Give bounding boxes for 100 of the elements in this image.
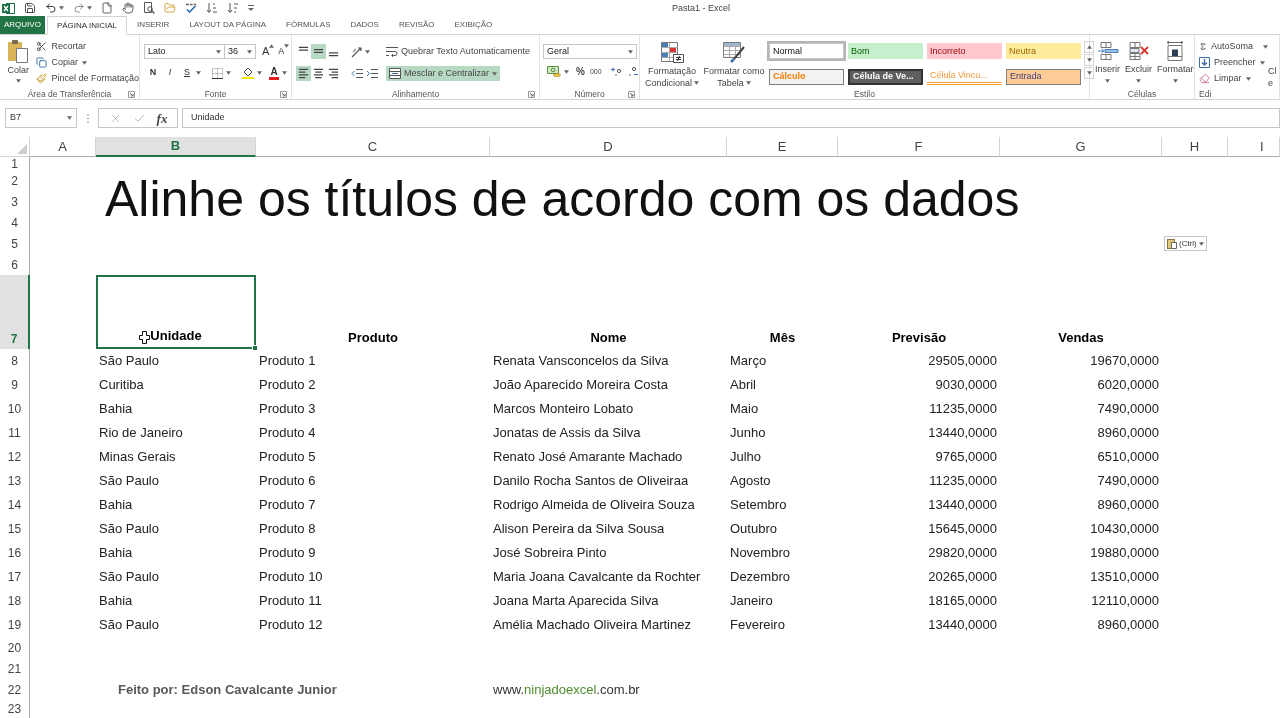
table-cell-text: Jonatas de Assis da Silva xyxy=(493,424,641,443)
ribbon-tab[interactable]: REVISÃO xyxy=(388,16,445,34)
paste-button[interactable]: Colar xyxy=(0,35,37,89)
redo-icon[interactable] xyxy=(73,2,85,14)
file-tab[interactable]: ARQUIVO xyxy=(0,16,45,34)
table-cell-text: 13440,0000 xyxy=(928,424,997,443)
caret-icon xyxy=(284,44,290,48)
shrink-font-button[interactable]: A xyxy=(278,44,290,59)
font-size-field[interactable]: 36 xyxy=(225,44,256,59)
underline-button[interactable]: S xyxy=(181,66,193,80)
font-color-button[interactable]: A xyxy=(269,66,279,80)
decrease-decimal-icon[interactable] xyxy=(626,66,639,77)
dialog-launcher-icon[interactable] xyxy=(528,90,535,98)
column-header[interactable]: H xyxy=(1162,137,1228,157)
table-cell-text: Dezembro xyxy=(730,568,790,587)
insert-function-button[interactable]: fx xyxy=(156,111,168,125)
cell-style-option[interactable]: Entrada xyxy=(1006,68,1081,85)
cut-button[interactable]: Recortar xyxy=(36,40,139,53)
align-center-button[interactable] xyxy=(311,66,326,81)
conditional-formatting-button[interactable]: Formatação Condicional xyxy=(643,35,701,89)
banknote-icon[interactable] xyxy=(547,66,561,77)
paintbrush-icon xyxy=(36,73,48,84)
caret-up-icon xyxy=(269,44,275,48)
cell-style-option[interactable]: Bom xyxy=(848,43,923,59)
copy-button[interactable]: Copiar xyxy=(36,56,139,69)
number-format-field[interactable]: Geral xyxy=(543,44,637,59)
spell-check-icon[interactable] xyxy=(185,2,197,14)
customize-icon[interactable] xyxy=(248,4,254,12)
format-painter-button[interactable]: Pincel de Formatação xyxy=(36,72,139,85)
align-middle-button[interactable] xyxy=(311,44,326,59)
gallery-more-button[interactable] xyxy=(1084,67,1094,79)
cell-style-option[interactable]: Célula de Ve... xyxy=(848,68,923,85)
ribbon-tab[interactable]: INSERIR xyxy=(126,16,180,34)
column-header[interactable]: D xyxy=(490,137,727,157)
spreadsheet-logo-icon[interactable] xyxy=(2,1,15,15)
decrease-indent-icon[interactable] xyxy=(351,68,363,79)
cells-button[interactable]: Formatar xyxy=(1155,35,1196,89)
sort-ascending-icon[interactable] xyxy=(206,2,218,14)
name-box[interactable]: B7 xyxy=(5,108,77,128)
column-header[interactable]: C xyxy=(256,137,490,157)
caret-icon xyxy=(1086,71,1092,75)
column-title: Nome xyxy=(590,328,627,347)
ribbon-button[interactable]: Cl e xyxy=(1268,35,1277,89)
table-cell-text: Joana Marta Aparecida Silva xyxy=(493,592,659,611)
cell-style-option[interactable]: Incorreto xyxy=(927,43,1002,59)
column-header[interactable]: I xyxy=(1228,137,1280,157)
table-cell-text: São Paulo xyxy=(99,568,159,587)
print-preview-icon[interactable] xyxy=(143,2,155,14)
column-header[interactable]: B xyxy=(96,137,256,157)
grow-font-button[interactable]: A xyxy=(262,44,275,59)
fill-handle[interactable] xyxy=(252,345,258,351)
dialog-launcher-icon[interactable] xyxy=(280,90,287,98)
sigma-icon xyxy=(1199,41,1207,52)
format-as-table-button[interactable]: Formatar como Tabela xyxy=(701,35,767,89)
autosum-button[interactable]: AutoSoma xyxy=(1199,40,1268,53)
cells-button[interactable]: Inserir xyxy=(1093,35,1122,89)
column-header[interactable]: F xyxy=(838,137,1000,157)
increase-decimal-icon[interactable] xyxy=(609,66,622,77)
clipboard-icon xyxy=(7,39,30,63)
formula-input[interactable]: Unidade xyxy=(182,108,1280,128)
increase-indent-icon[interactable] xyxy=(366,68,378,79)
column-header[interactable]: A xyxy=(30,137,96,157)
ribbon-tab[interactable]: EXIBIÇÃO xyxy=(444,16,503,34)
percent-button[interactable]: % xyxy=(576,66,585,77)
caret-icon xyxy=(1259,60,1265,65)
bold-button[interactable]: N xyxy=(147,66,159,80)
table-cell-text: 6020,0000 xyxy=(1097,376,1159,395)
ribbon-tab[interactable]: DADOS xyxy=(340,16,389,34)
align-left-button[interactable] xyxy=(296,66,311,81)
dialog-launcher-icon[interactable] xyxy=(628,90,635,98)
ribbon-tab[interactable]: FÓRMULAS xyxy=(276,16,341,34)
table-cell-text: 9765,0000 xyxy=(935,448,997,467)
text-angle-icon[interactable] xyxy=(351,45,363,58)
gallery-up-button[interactable] xyxy=(1084,41,1094,53)
wrap-text-button[interactable]: Quebrar Texto Automaticamente xyxy=(386,44,530,59)
cell-style-option[interactable]: Normal xyxy=(769,43,844,59)
merge-center-button[interactable]: Mesclar e Centralizar xyxy=(386,66,501,81)
hand-icon[interactable] xyxy=(122,2,134,14)
fill-button[interactable]: Preencher xyxy=(1199,56,1268,69)
undo-icon[interactable] xyxy=(45,2,57,14)
dialog-launcher-icon[interactable] xyxy=(128,90,135,98)
selected-cell[interactable]: Unidade xyxy=(96,275,256,349)
ribbon-tab[interactable]: PÁGINA INICIAL xyxy=(46,16,127,35)
cell-style-option[interactable]: Neutra xyxy=(1006,43,1081,59)
sort-descending-icon[interactable] xyxy=(227,2,239,14)
new-file-icon[interactable] xyxy=(101,2,113,14)
paste-options-button[interactable]: (Ctrl) xyxy=(1164,236,1207,251)
row-header[interactable]: 7 xyxy=(0,275,30,349)
italic-button[interactable]: I xyxy=(164,66,176,80)
column-header[interactable]: E xyxy=(727,137,838,157)
fill-bucket-icon[interactable] xyxy=(242,67,254,79)
ribbon-tab[interactable]: LAYOUT DA PÁGINA xyxy=(179,16,276,34)
align-right-button[interactable] xyxy=(326,66,341,81)
borders-icon[interactable] xyxy=(212,67,223,79)
save-icon[interactable] xyxy=(24,2,36,14)
clear-button[interactable]: Limpar xyxy=(1199,72,1268,85)
font-name-field[interactable]: Lato xyxy=(144,44,225,59)
gallery-down-button[interactable] xyxy=(1084,54,1094,66)
cells-button[interactable]: Excluir xyxy=(1123,35,1155,89)
column-header[interactable]: G xyxy=(1000,137,1162,157)
